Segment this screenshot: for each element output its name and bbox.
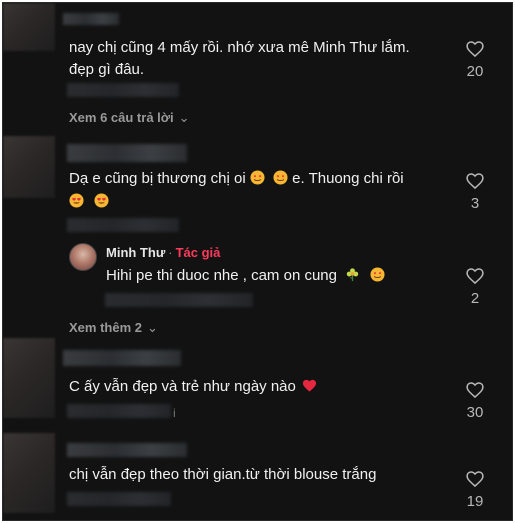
flower-emoji xyxy=(346,268,359,282)
comment-text: chị vẫn đẹp theo thời gian.từ thời blous… xyxy=(69,466,377,483)
reply-meta-blurred xyxy=(105,293,253,307)
comment-emoji-line xyxy=(69,191,109,213)
author-name: Minh Thư xyxy=(106,245,166,260)
view-more-button[interactable]: Xem thêm 2 ⌄ xyxy=(69,320,158,336)
heart-outline-icon[interactable] xyxy=(465,380,485,400)
heart-outline-icon[interactable] xyxy=(465,469,485,489)
like-count: 30 xyxy=(466,404,484,421)
avatar[interactable] xyxy=(3,3,55,51)
comment-meta-blurred xyxy=(67,218,179,232)
comment-text-part: e. Thuong chi rồi xyxy=(292,170,404,187)
comment-meta-blurred xyxy=(67,492,171,506)
username-blurred[interactable] xyxy=(67,144,187,162)
comment-text: C ấy vẫn đẹp và trẻ như ngày nào xyxy=(69,376,317,398)
heart-outline-icon[interactable] xyxy=(465,171,485,191)
heart-outline-icon[interactable] xyxy=(465,39,485,59)
comments-panel: nay chị cũng 4 mấy rồi. nhớ xưa mê Minh … xyxy=(2,2,513,521)
comment-meta-blurred xyxy=(67,404,171,418)
comment-text: nay chị cũng 4 mấy rồi. nhớ xưa mê Minh … xyxy=(69,39,410,56)
view-replies-button[interactable]: Xem 6 câu trả lời ⌄ xyxy=(69,110,190,126)
avatar[interactable] xyxy=(3,338,55,418)
reply-author[interactable]: Minh Thư · Tác giả xyxy=(106,245,220,260)
avatar[interactable] xyxy=(3,136,55,198)
like-count: 19 xyxy=(466,493,484,510)
comment-text: đẹp gì đâu. xyxy=(69,61,145,78)
comment-text-part: C ấy vẫn đẹp và trẻ như ngày nào xyxy=(69,378,296,395)
view-replies-label: Xem 6 câu trả lời xyxy=(69,110,174,125)
avatar[interactable] xyxy=(3,433,55,513)
red-heart-emoji xyxy=(302,379,317,392)
comment-meta-blurred xyxy=(67,83,179,97)
comment-text: Dạ e cũng bị thương chị oi e. Thuong chi… xyxy=(69,168,404,190)
smiling-hearts-emoji xyxy=(273,170,288,185)
author-tag: Tác giả xyxy=(175,245,221,260)
chevron-down-icon: ⌄ xyxy=(146,320,158,335)
smiling-hearts-emoji xyxy=(370,267,385,282)
view-more-label: Xem thêm 2 xyxy=(69,320,142,335)
smiling-hearts-emoji xyxy=(250,170,265,185)
reply-text: Hihi pe thi duoc nhe , cam on cung xyxy=(106,265,385,287)
chevron-down-icon: ⌄ xyxy=(178,110,190,125)
avatar[interactable] xyxy=(69,243,97,271)
comment-text-part: Dạ e cũng bị thương chị oi xyxy=(69,170,246,187)
like-count: 3 xyxy=(470,195,480,212)
reply-text-part: Hihi pe thi duoc nhe , cam on cung xyxy=(106,267,342,284)
heart-eyes-emoji xyxy=(69,193,84,208)
username-blurred[interactable] xyxy=(63,13,119,25)
heart-outline-icon[interactable] xyxy=(465,266,485,286)
stray-text: i xyxy=(173,406,176,420)
heart-eyes-emoji xyxy=(94,193,109,208)
like-count: 2 xyxy=(470,290,480,307)
separator: · xyxy=(168,245,173,260)
like-count: 20 xyxy=(466,63,484,80)
username-blurred[interactable] xyxy=(63,350,181,366)
username-blurred[interactable] xyxy=(67,443,187,457)
